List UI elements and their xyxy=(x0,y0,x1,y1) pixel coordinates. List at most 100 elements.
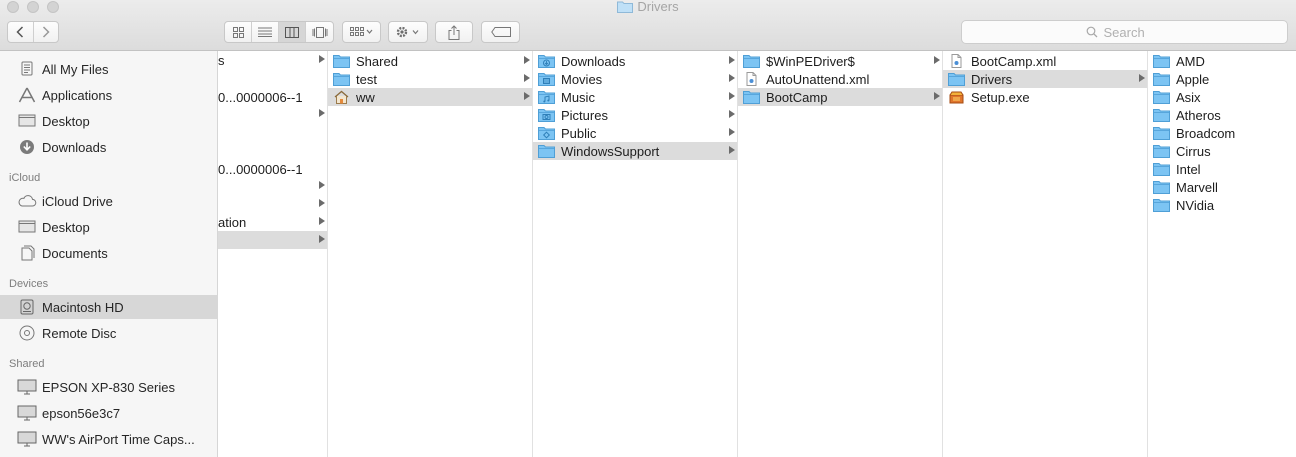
arrange-button[interactable] xyxy=(342,21,381,43)
folder-icon xyxy=(1153,54,1170,68)
sidebar-item-documents[interactable]: Documents xyxy=(0,241,218,265)
sidebar-item-label: Applications xyxy=(42,87,113,103)
sidebar-item-macintosh-hd[interactable]: Macintosh HD xyxy=(0,295,218,319)
disclosure-arrow-icon xyxy=(524,56,530,64)
public-folder-icon xyxy=(538,126,555,140)
list-view-button[interactable] xyxy=(252,22,279,42)
file-row-movies[interactable]: Movies xyxy=(533,70,737,88)
file-row-intel[interactable]: Intel xyxy=(1148,160,1296,178)
file-row[interactable] xyxy=(218,177,327,195)
sidebar-item-downloads[interactable]: Downloads xyxy=(0,135,218,159)
disclosure-arrow-icon xyxy=(729,74,735,82)
search-input[interactable] xyxy=(1103,24,1164,40)
file-row-nvidia[interactable]: NVidia xyxy=(1148,196,1296,214)
cloud-icon xyxy=(17,192,37,210)
movies-folder-icon xyxy=(538,72,555,86)
file-row-test[interactable]: test xyxy=(328,70,532,88)
tag-icon xyxy=(490,27,511,37)
file-row[interactable] xyxy=(218,123,327,141)
disclosure-arrow-icon xyxy=(319,181,325,189)
file-row-amd[interactable]: AMD xyxy=(1148,52,1296,70)
forward-button[interactable] xyxy=(34,22,59,42)
file-row-autounattend-xml[interactable]: AutoUnattend.xml xyxy=(738,70,942,88)
file-row-shared[interactable]: Shared xyxy=(328,52,532,70)
folder-icon xyxy=(617,1,634,13)
disclosure-arrow-icon xyxy=(319,217,325,225)
file-name: ww xyxy=(356,89,375,105)
file-name: Atheros xyxy=(1176,107,1221,123)
file-name: Intel xyxy=(1176,161,1201,177)
column-ww: Downloads Movies Music Pictures Public Window… xyxy=(533,51,738,457)
disc-icon xyxy=(17,324,37,342)
file-row[interactable] xyxy=(218,195,327,213)
disclosure-arrow-icon xyxy=(729,56,735,64)
search-field[interactable] xyxy=(961,20,1288,44)
icon-view-button[interactable] xyxy=(225,22,252,42)
file-row-bootcamp-xml[interactable]: BootCamp.xml xyxy=(943,52,1147,70)
sidebar-item-desktop[interactable]: Desktop xyxy=(0,215,218,239)
sidebar-item-applications[interactable]: Applications xyxy=(0,83,218,107)
file-row-ation[interactable]: ation xyxy=(218,213,327,231)
folder-icon xyxy=(333,72,350,86)
sidebar-item-epson56e3c7[interactable]: epson56e3c7 xyxy=(0,401,218,425)
cover-flow-button[interactable] xyxy=(306,22,333,42)
file-row-public[interactable]: Public xyxy=(533,124,737,142)
file-row-0-0000006-1[interactable]: 0...0000006--1 xyxy=(218,160,327,178)
gear-icon xyxy=(396,26,419,38)
disclosure-arrow-icon xyxy=(934,92,940,100)
disclosure-arrow-icon xyxy=(319,235,325,243)
file-row[interactable] xyxy=(218,69,327,87)
file-row[interactable] xyxy=(218,141,327,159)
file-row-pictures[interactable]: Pictures xyxy=(533,106,737,124)
sidebar-item-epson-xp-830-series[interactable]: EPSON XP-830 Series xyxy=(0,375,218,399)
downloads-icon xyxy=(17,138,37,156)
share-button[interactable] xyxy=(435,21,473,43)
column-bootcamp: BootCamp.xml Drivers Setup.exe xyxy=(943,51,1148,457)
file-row-windowssupport[interactable]: WindowsSupport xyxy=(533,142,737,160)
sidebar-item-icloud-drive[interactable]: iCloud Drive xyxy=(0,189,218,213)
file-name: s xyxy=(218,52,225,68)
sidebar-item-label: EPSON XP-830 Series xyxy=(42,379,175,395)
file-row-drivers[interactable]: Drivers xyxy=(943,70,1147,88)
back-button[interactable] xyxy=(8,22,34,42)
file-row-music[interactable]: Music xyxy=(533,88,737,106)
edit-tags-button[interactable] xyxy=(481,21,520,43)
list-view-icon xyxy=(258,27,272,37)
folder-icon xyxy=(743,54,760,68)
disclosure-arrow-icon xyxy=(1139,74,1145,82)
file-row[interactable] xyxy=(218,105,327,123)
file-row-downloads[interactable]: Downloads xyxy=(533,52,737,70)
column-windowssupport: $WinPEDriver$ AutoUnattend.xml BootCamp xyxy=(738,51,943,457)
file-row-marvell[interactable]: Marvell xyxy=(1148,178,1296,196)
sidebar-item-all-my-files[interactable]: All My Files xyxy=(0,57,218,81)
monitor-icon xyxy=(17,404,37,422)
sidebar-item-remote-disc[interactable]: Remote Disc xyxy=(0,321,218,345)
sidebar-item-ww-s-airport-time-caps[interactable]: WW's AirPort Time Caps... xyxy=(0,427,218,451)
file-row-winpedriver[interactable]: $WinPEDriver$ xyxy=(738,52,942,70)
action-button[interactable] xyxy=(388,21,428,43)
file-name: Asix xyxy=(1176,89,1201,105)
folder-icon xyxy=(743,90,760,104)
file-row-0-0000006-1[interactable]: 0...0000006--1 xyxy=(218,88,327,106)
file-row-atheros[interactable]: Atheros xyxy=(1148,106,1296,124)
file-row[interactable] xyxy=(218,231,327,249)
sidebar-item-label: Remote Disc xyxy=(42,325,117,341)
file-row-s[interactable]: s xyxy=(218,51,327,69)
toolbar: Drivers xyxy=(0,0,1296,51)
desktop-icon xyxy=(17,218,37,236)
file-row-bootcamp[interactable]: BootCamp xyxy=(738,88,942,106)
file-row-ww[interactable]: ww xyxy=(328,88,532,106)
sidebar-item-label: epson56e3c7 xyxy=(42,405,121,421)
column-view-button[interactable] xyxy=(279,22,306,42)
sidebar-item-desktop[interactable]: Desktop xyxy=(0,109,218,133)
file-row-broadcom[interactable]: Broadcom xyxy=(1148,124,1296,142)
file-name: Marvell xyxy=(1176,179,1218,195)
file-name: Drivers xyxy=(971,71,1013,87)
file-row-cirrus[interactable]: Cirrus xyxy=(1148,142,1296,160)
sidebar-item-label: iCloud Drive xyxy=(42,193,113,209)
xml-file-icon xyxy=(743,72,760,86)
file-row-apple[interactable]: Apple xyxy=(1148,70,1296,88)
file-name: BootCamp xyxy=(766,89,828,105)
file-row-asix[interactable]: Asix xyxy=(1148,88,1296,106)
file-row-setup-exe[interactable]: Setup.exe xyxy=(943,88,1147,106)
